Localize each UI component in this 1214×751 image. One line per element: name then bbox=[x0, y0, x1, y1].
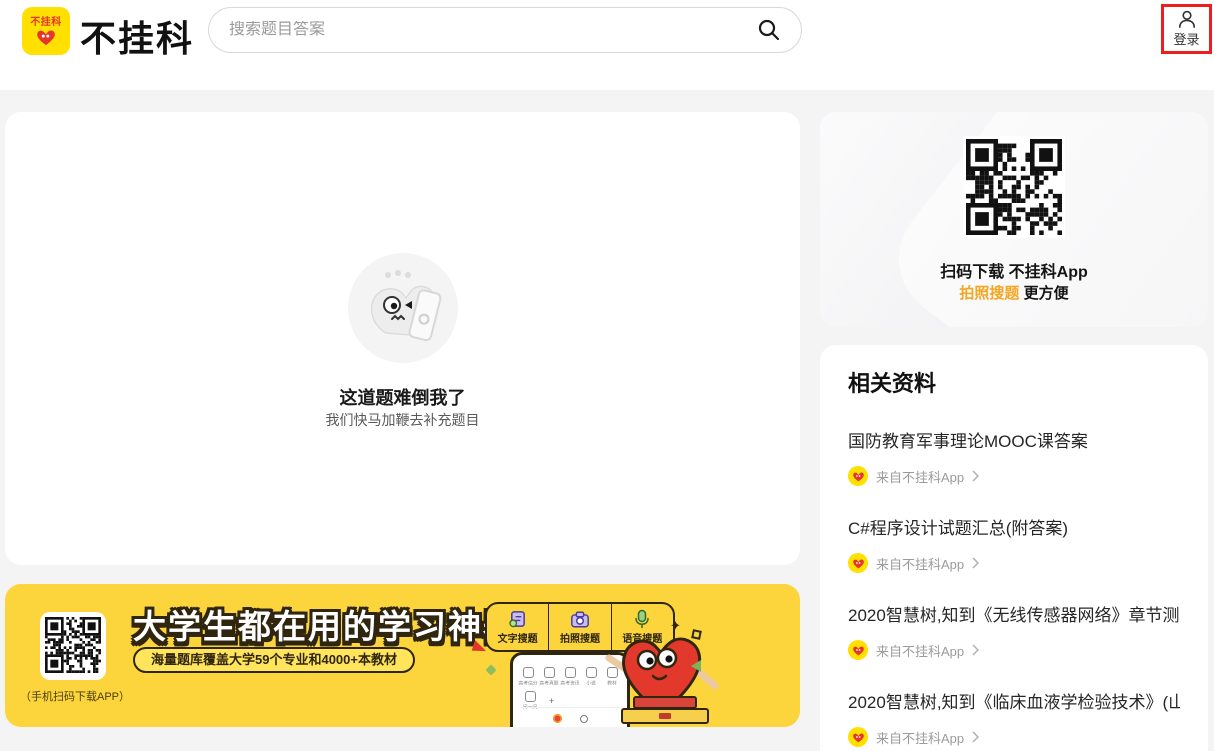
related-title: 相关资料 bbox=[848, 369, 1180, 399]
source-label: 来自不挂科App bbox=[876, 554, 964, 573]
phone-app-icon bbox=[523, 667, 534, 678]
login-button[interactable]: 登录 bbox=[1161, 4, 1212, 54]
banner-title: 大学生都在用的学习神器 bbox=[133, 600, 518, 648]
qr-caption-line1: 扫码下载 不挂科App bbox=[820, 258, 1208, 282]
buguake-app-icon bbox=[848, 466, 868, 486]
camera-icon bbox=[570, 610, 590, 629]
empty-state-mascot bbox=[348, 253, 458, 363]
phone-app-icon bbox=[525, 691, 536, 702]
related-item-source[interactable]: 来自不挂科App bbox=[848, 466, 1180, 486]
related-materials-card: 相关资料 国防教育军事理论MOOC课答案 来自不挂科App C#程序设计试题汇总… bbox=[820, 345, 1208, 751]
phone-app-label: 高考资讯 bbox=[560, 679, 579, 686]
related-item-source[interactable]: 来自不挂科App bbox=[848, 727, 1180, 747]
feature-label: 拍照搜题 bbox=[560, 630, 600, 645]
phone-app-icon bbox=[586, 667, 597, 678]
header: 不挂科 不挂科 登录 bbox=[0, 0, 1214, 90]
related-item: 2020智慧树,知到《无线传感器网络》章节测… 来自不挂科App bbox=[848, 605, 1180, 660]
buguake-app-icon bbox=[848, 553, 868, 573]
banner-qr-code bbox=[45, 617, 101, 673]
download-qr-code bbox=[963, 136, 1065, 238]
phone-dock-icon bbox=[553, 714, 562, 723]
site-title[interactable]: 不挂科 bbox=[80, 10, 194, 62]
plus-icon: + bbox=[549, 696, 554, 706]
qr-caption-rest: 更方便 bbox=[1019, 285, 1068, 302]
buguake-app-icon bbox=[848, 727, 868, 747]
feature-label: 文字搜题 bbox=[498, 630, 538, 645]
related-item: 2020智慧树,知到《临床血液学检验技术》(山… 来自不挂科App bbox=[848, 692, 1180, 747]
search-input[interactable] bbox=[229, 21, 757, 39]
page: 不挂科 不挂科 登录 bbox=[0, 0, 1214, 751]
feature-text-search: 文字搜题 bbox=[487, 604, 548, 650]
sparkle-icon: ✦ bbox=[670, 618, 681, 634]
chevron-right-icon bbox=[972, 731, 979, 743]
source-label: 来自不挂科App bbox=[876, 728, 964, 747]
phone-clock-icon bbox=[580, 715, 588, 723]
related-item-title[interactable]: C#程序设计试题汇总(附答案) bbox=[848, 518, 1180, 540]
source-label: 来自不挂科App bbox=[876, 467, 964, 486]
heart-mascot-icon bbox=[35, 28, 57, 46]
related-item: 国防教育军事理论MOOC课答案 来自不挂科App bbox=[848, 431, 1180, 486]
logo-badge-text: 不挂科 bbox=[30, 17, 62, 28]
phone-app-label: 高考估分 bbox=[518, 679, 537, 686]
book-yellow bbox=[621, 708, 709, 724]
document-search-icon bbox=[508, 610, 527, 629]
phone-app-icon bbox=[565, 667, 576, 678]
empty-state-subtitle: 我们快马加鞭去补充题目 bbox=[5, 410, 800, 430]
diamond-decor bbox=[485, 664, 496, 675]
empty-state-title: 这道题难倒我了 bbox=[5, 384, 800, 410]
empty-result-card: 这道题难倒我了 我们快马加鞭去补充题目 bbox=[5, 112, 800, 565]
user-icon bbox=[1177, 10, 1197, 28]
banner-subtitle-pill: 海量题库覆盖大学59个专业和4000+本教材 bbox=[133, 647, 415, 673]
phone-app-icon bbox=[544, 667, 555, 678]
qr-caption-line2: 拍照搜题 更方便 bbox=[820, 282, 1208, 303]
download-qr-card: 扫码下载 不挂科App 拍照搜题 更方便 bbox=[820, 112, 1208, 327]
chevron-right-icon bbox=[972, 557, 979, 569]
qr-caption-highlight: 拍照搜题 bbox=[959, 285, 1019, 302]
search-icon[interactable] bbox=[757, 18, 781, 42]
chevron-right-icon bbox=[972, 644, 979, 656]
square-decor bbox=[691, 629, 702, 640]
triangle-decor-green bbox=[691, 660, 701, 672]
phone-app-label: 高考真题 bbox=[539, 679, 558, 686]
chevron-right-icon bbox=[972, 470, 979, 482]
banner-qr-box bbox=[40, 612, 106, 680]
related-item-source[interactable]: 来自不挂科App bbox=[848, 640, 1180, 660]
phone-app-label: 小说 bbox=[586, 679, 596, 686]
related-item-title[interactable]: 2020智慧树,知到《临床血液学检验技术》(山… bbox=[848, 692, 1180, 714]
microphone-icon bbox=[634, 609, 650, 629]
feature-photo-search: 拍照搜题 bbox=[548, 604, 610, 650]
related-item-source[interactable]: 来自不挂科App bbox=[848, 553, 1180, 573]
login-label: 登录 bbox=[1173, 29, 1199, 48]
app-promo-banner[interactable]: （手机扫码下载APP） 大学生都在用的学习神器 海量题库覆盖大学59个专业和40… bbox=[5, 584, 800, 727]
buguake-app-icon bbox=[848, 640, 868, 660]
search-bar bbox=[208, 7, 802, 53]
book-stack bbox=[617, 696, 713, 724]
related-item-title[interactable]: 2020智慧树,知到《无线传感器网络》章节测… bbox=[848, 605, 1180, 627]
buguake-logo-badge[interactable]: 不挂科 bbox=[22, 7, 70, 55]
related-item-title[interactable]: 国防教育军事理论MOOC课答案 bbox=[848, 431, 1180, 453]
related-item: C#程序设计试题汇总(附答案) 来自不挂科App bbox=[848, 518, 1180, 573]
source-label: 来自不挂科App bbox=[876, 641, 964, 660]
banner-qr-caption: （手机扫码下载APP） bbox=[10, 688, 140, 704]
